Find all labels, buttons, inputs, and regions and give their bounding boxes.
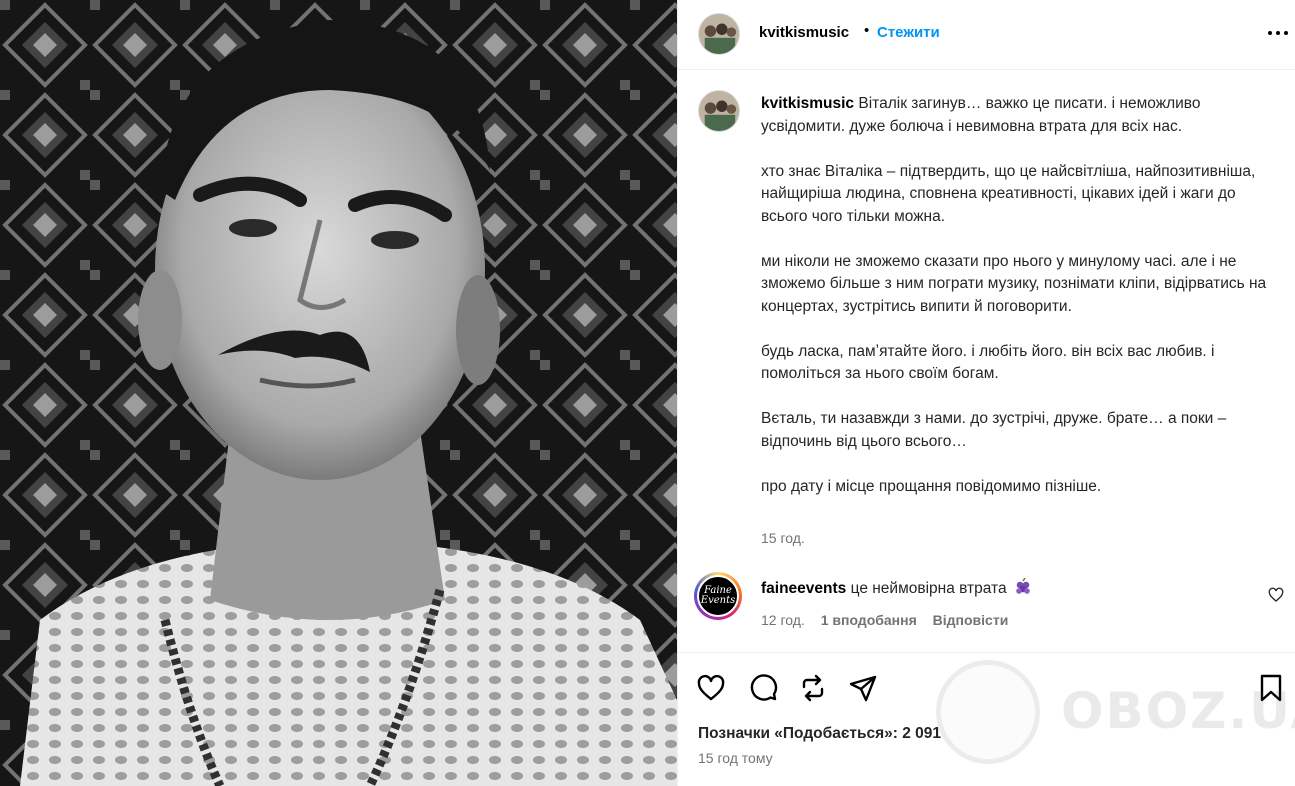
comment-icon[interactable]	[748, 673, 778, 703]
post-photo[interactable]	[0, 0, 677, 786]
author-avatar[interactable]	[698, 13, 740, 55]
post-details-pane: kvitkismusic • Стежити kvitkismusic Віта…	[677, 0, 1295, 786]
caption-timestamp[interactable]: 15 год.	[761, 530, 805, 546]
reply-button[interactable]: Відповісти	[933, 612, 1009, 628]
follow-button[interactable]: Стежити	[877, 24, 940, 41]
bookmark-icon[interactable]	[1256, 673, 1286, 703]
caption-paragraph: Вєталь, ти назавжди з нами. до зустрічі,…	[761, 410, 1227, 450]
separator-dot: •	[864, 22, 870, 39]
caption-paragraph: kvitkismusic Віталік загинув… важко це п…	[761, 95, 1201, 135]
comment-likes[interactable]: 1 вподобання	[821, 612, 917, 628]
comment-meta: 12 год. 1 вподобання Відповісти	[761, 612, 1020, 628]
caption-username[interactable]: kvitkismusic	[761, 95, 854, 112]
commenter-username[interactable]: faineevents	[761, 580, 846, 597]
share-icon[interactable]	[848, 673, 878, 703]
more-icon[interactable]	[1266, 23, 1290, 43]
comment-body: це неймовірна втрата	[850, 580, 1007, 597]
comment-like-heart-icon[interactable]	[1268, 587, 1284, 603]
caption-paragraph: про дату і місце прощання повідомимо піз…	[761, 477, 1102, 495]
portrait-image	[0, 0, 677, 786]
caption-paragraph: ми ніколи не зможемо сказати про нього у…	[761, 252, 1267, 315]
post-header: kvitkismusic • Стежити	[678, 0, 1295, 70]
post-timestamp[interactable]: 15 год тому	[698, 750, 773, 766]
comment-timestamp[interactable]: 12 год.	[761, 612, 805, 628]
author-username[interactable]: kvitkismusic	[759, 24, 849, 41]
caption-author-avatar[interactable]	[698, 90, 740, 132]
caption-paragraph: хто знає Віталіка – підтвердить, що це н…	[761, 162, 1256, 225]
repost-icon[interactable]	[798, 673, 828, 703]
heart-icon[interactable]	[696, 673, 726, 703]
likes-count[interactable]: Позначки «Подобається»: 2 091	[698, 725, 941, 743]
grape-icon	[1016, 578, 1030, 594]
post-caption: kvitkismusic Віталік загинув… важко це п…	[761, 93, 1276, 498]
post-actions: Позначки «Подобається»: 2 091 15 год том…	[678, 652, 1295, 786]
commenter-avatar[interactable]: Faine Events	[694, 572, 742, 620]
caption-paragraph: будь ласка, памʼятайте його. і любіть йо…	[761, 342, 1215, 383]
comment-text: faineevents це неймовірна втрата	[761, 578, 1031, 598]
